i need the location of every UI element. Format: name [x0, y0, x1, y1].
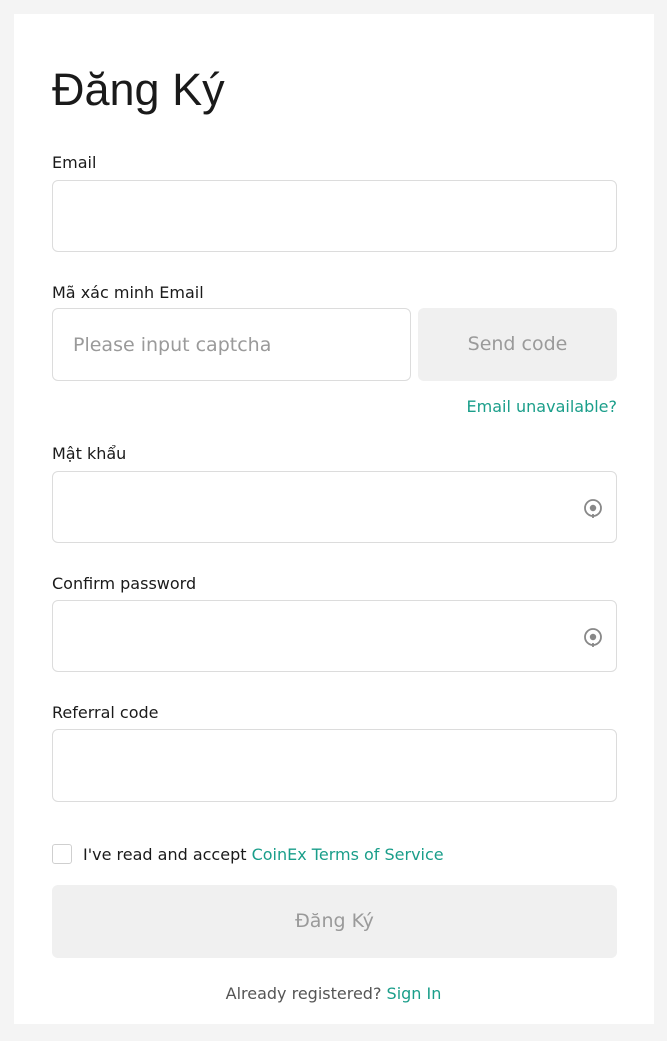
password-label: Mật khẩu — [52, 444, 127, 463]
terms-prefix: I've read and accept — [83, 845, 252, 864]
signin-prompt: Already registered? Sign In — [0, 984, 667, 1003]
email-label: Email — [52, 153, 97, 172]
referral-code-input[interactable] — [53, 730, 616, 801]
email-code-input[interactable] — [53, 309, 410, 380]
terms-of-service-link[interactable]: CoinEx Terms of Service — [252, 845, 444, 864]
password-input[interactable] — [53, 472, 616, 542]
email-code-label: Mã xác minh Email — [52, 283, 204, 302]
terms-checkbox[interactable] — [52, 844, 72, 864]
register-button[interactable]: Đăng Ký — [52, 885, 617, 958]
email-unavailable-link[interactable]: Email unavailable? — [467, 397, 617, 416]
sign-in-link[interactable]: Sign In — [387, 984, 442, 1003]
eye-toggle-icon[interactable] — [582, 497, 604, 519]
email-code-field-wrapper — [52, 308, 411, 381]
send-code-button[interactable]: Send code — [418, 308, 617, 381]
referral-code-label: Referral code — [52, 703, 159, 722]
confirm-password-field-wrapper — [52, 600, 617, 672]
password-field-wrapper — [52, 471, 617, 543]
confirm-password-label: Confirm password — [52, 574, 197, 593]
page-title: Đăng Ký — [52, 64, 225, 115]
email-field[interactable] — [53, 181, 616, 251]
signin-prompt-text: Already registered? — [225, 984, 387, 1003]
eye-toggle-icon[interactable] — [582, 626, 604, 648]
email-field-wrapper — [52, 180, 617, 252]
confirm-password-input[interactable] — [53, 601, 616, 671]
terms-text: I've read and accept CoinEx Terms of Ser… — [83, 845, 444, 865]
referral-code-field-wrapper — [52, 729, 617, 802]
